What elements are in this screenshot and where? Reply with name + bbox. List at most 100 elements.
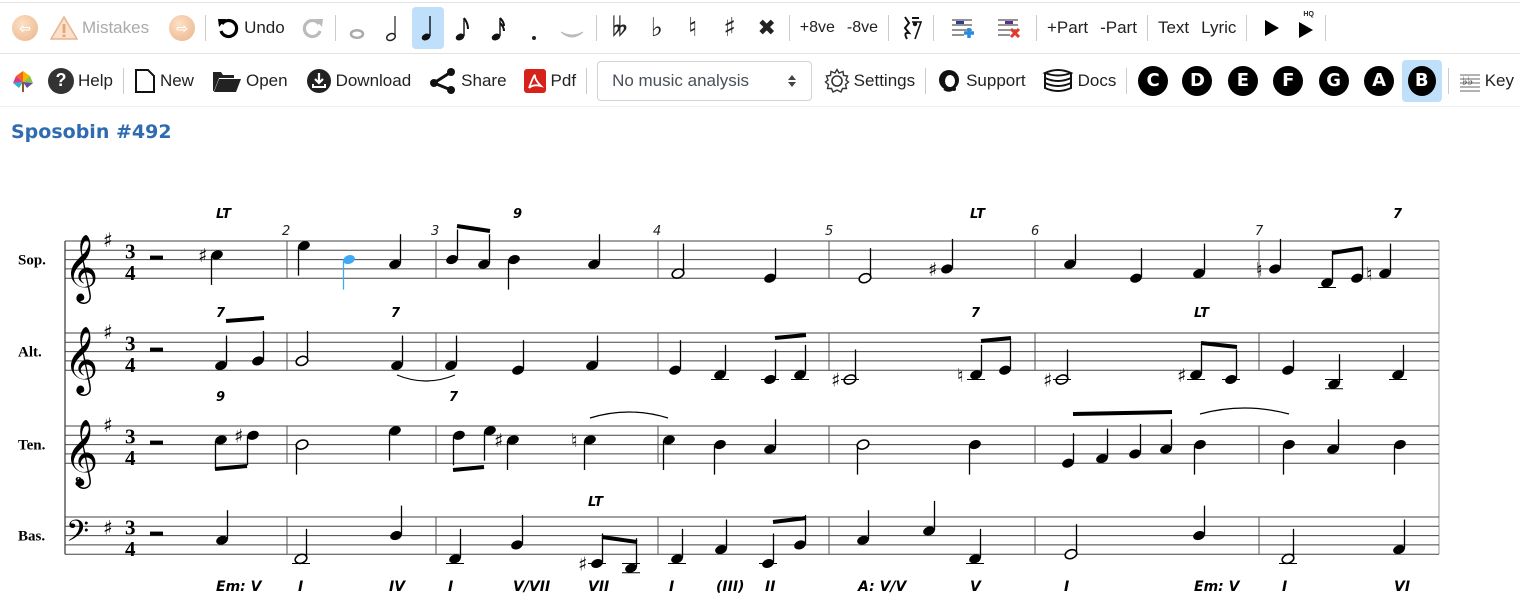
accidental-sharp: ♯	[928, 259, 937, 281]
help-label: Help	[78, 70, 113, 90]
flat-button[interactable]: ♭	[639, 7, 675, 49]
harmony-label: Em: V	[216, 579, 263, 595]
share-button[interactable]: Share	[423, 60, 512, 102]
octave-up-button[interactable]: +8ve	[794, 7, 841, 49]
rest-button[interactable]	[893, 7, 929, 49]
key-e-icon: E	[1227, 65, 1258, 96]
new-button[interactable]: New	[128, 60, 200, 102]
beam	[772, 516, 807, 524]
half-note-icon	[385, 16, 396, 42]
measure-number: 5	[825, 224, 833, 239]
part-name: Alt.	[18, 345, 42, 361]
beam	[214, 464, 248, 471]
harmony-label: V/VII	[513, 579, 550, 595]
key-b-button[interactable]: B	[1401, 59, 1442, 102]
measure-number: 7	[1255, 224, 1264, 239]
remove-staff-button[interactable]	[990, 7, 1028, 49]
hq-badge: HQ	[1303, 11, 1314, 18]
eighth-note-button[interactable]	[444, 7, 480, 49]
share-icon	[430, 67, 456, 94]
separator	[1035, 15, 1037, 41]
accidental-sharp: ♯	[578, 554, 587, 576]
separator	[595, 15, 597, 41]
mistakes-button[interactable]: Mistakes	[44, 7, 155, 49]
whole-note-button[interactable]	[340, 7, 374, 49]
key-signature-icon: ♭♭	[1459, 74, 1480, 91]
next-mistake-button[interactable]: ⇨	[163, 7, 201, 49]
natural-icon: ♮	[688, 13, 698, 43]
key-f-button[interactable]: F	[1266, 60, 1311, 102]
rest-icon	[150, 347, 163, 352]
time-signature-numerator: 3	[125, 425, 136, 449]
tie-icon	[560, 31, 584, 38]
double-flat-button[interactable]: 𝄫	[601, 7, 639, 49]
key-signature-sharp: ♯	[103, 413, 113, 437]
accidental-sharp: ♯	[1043, 370, 1052, 392]
separator	[205, 15, 207, 41]
lyric-button[interactable]: Lyric	[1195, 7, 1242, 49]
separator	[334, 15, 336, 41]
key-c-button[interactable]: C	[1131, 60, 1174, 102]
support-button[interactable]: Support	[930, 60, 1032, 102]
text-button[interactable]: Text	[1152, 7, 1195, 49]
beam	[225, 316, 265, 323]
quarter-note-button[interactable]	[411, 7, 444, 49]
quarter-note-icon	[421, 16, 431, 41]
music-analysis-value: No music analysis	[612, 70, 750, 90]
help-button[interactable]: ? Help	[42, 60, 119, 102]
natural-button[interactable]: ♮	[675, 7, 711, 49]
key-g-icon: G	[1318, 65, 1349, 96]
open-button[interactable]: Open	[206, 60, 294, 102]
sharp-button[interactable]: ♯	[711, 7, 749, 49]
key-d-icon: D	[1182, 65, 1213, 96]
harmony-label: I	[1064, 579, 1069, 595]
key-g-button[interactable]: G	[1311, 60, 1356, 102]
figured-annotation: 7	[971, 306, 981, 321]
play-hq-button[interactable]: HQ	[1291, 7, 1321, 49]
beam	[452, 465, 485, 472]
harmony-label: VII	[588, 579, 609, 595]
key-d-button[interactable]: D	[1175, 60, 1220, 102]
harmony-label: IV	[389, 579, 406, 595]
separator	[586, 67, 588, 94]
double-sharp-button[interactable]: ✖	[749, 7, 785, 49]
music-analysis-select[interactable]: No music analysis	[597, 60, 812, 101]
edit-toolbar: ⇦ Mistakes ⇨ Undo 𝄫 ♭ ♮ ♯ ✖ +8ve -8ve +P…	[0, 2, 1520, 54]
time-signature-denominator: 4	[125, 261, 136, 285]
pdf-icon	[523, 68, 546, 93]
separator	[788, 15, 790, 41]
settings-button[interactable]: Settings	[818, 60, 921, 102]
help-icon: ?	[48, 67, 74, 94]
key-e-button[interactable]: E	[1220, 60, 1265, 102]
remove-part-button[interactable]: -Part	[1094, 7, 1143, 49]
beam	[1072, 410, 1173, 416]
key-c-icon: C	[1138, 65, 1169, 96]
pdf-button[interactable]: Pdf	[517, 60, 583, 102]
arrow-left-icon: ⇦	[12, 15, 38, 41]
add-part-button[interactable]: +Part	[1041, 7, 1094, 49]
harmony-label: I	[448, 579, 453, 595]
dot-icon	[531, 36, 536, 40]
key-signature-button[interactable]: ♭♭ Key	[1453, 60, 1520, 102]
time-signature-numerator: 3	[125, 332, 136, 356]
key-a-button[interactable]: A	[1356, 60, 1401, 102]
score-canvas[interactable]: Sop. 𝄞 ♯ 34Alt. 𝄞 ♯ 34Ten. 𝄞8♯ 34Bas. 𝄢 ♯ 342 3 4 5 6 7L…	[0, 190, 1520, 603]
add-staff-button[interactable]	[944, 7, 982, 49]
redo-button[interactable]	[295, 7, 331, 49]
octave-down-button[interactable]: -8ve	[841, 7, 884, 49]
key-signature-sharp: ♯	[103, 515, 113, 539]
sixteenth-note-button[interactable]	[480, 7, 516, 49]
dot-button[interactable]	[516, 7, 552, 49]
separator	[1447, 67, 1449, 94]
logo-button[interactable]	[4, 60, 42, 102]
redo-icon	[302, 18, 323, 39]
undo-button[interactable]: Undo	[210, 7, 291, 49]
headset-icon	[939, 69, 960, 92]
download-label: Download	[335, 70, 412, 90]
tie-button[interactable]	[552, 7, 592, 49]
download-button[interactable]: Download	[300, 60, 418, 102]
previous-mistake-button[interactable]: ⇦	[6, 7, 44, 49]
play-button[interactable]	[1257, 7, 1287, 49]
docs-button[interactable]: Docs	[1036, 60, 1123, 102]
half-note-button[interactable]	[374, 7, 412, 49]
